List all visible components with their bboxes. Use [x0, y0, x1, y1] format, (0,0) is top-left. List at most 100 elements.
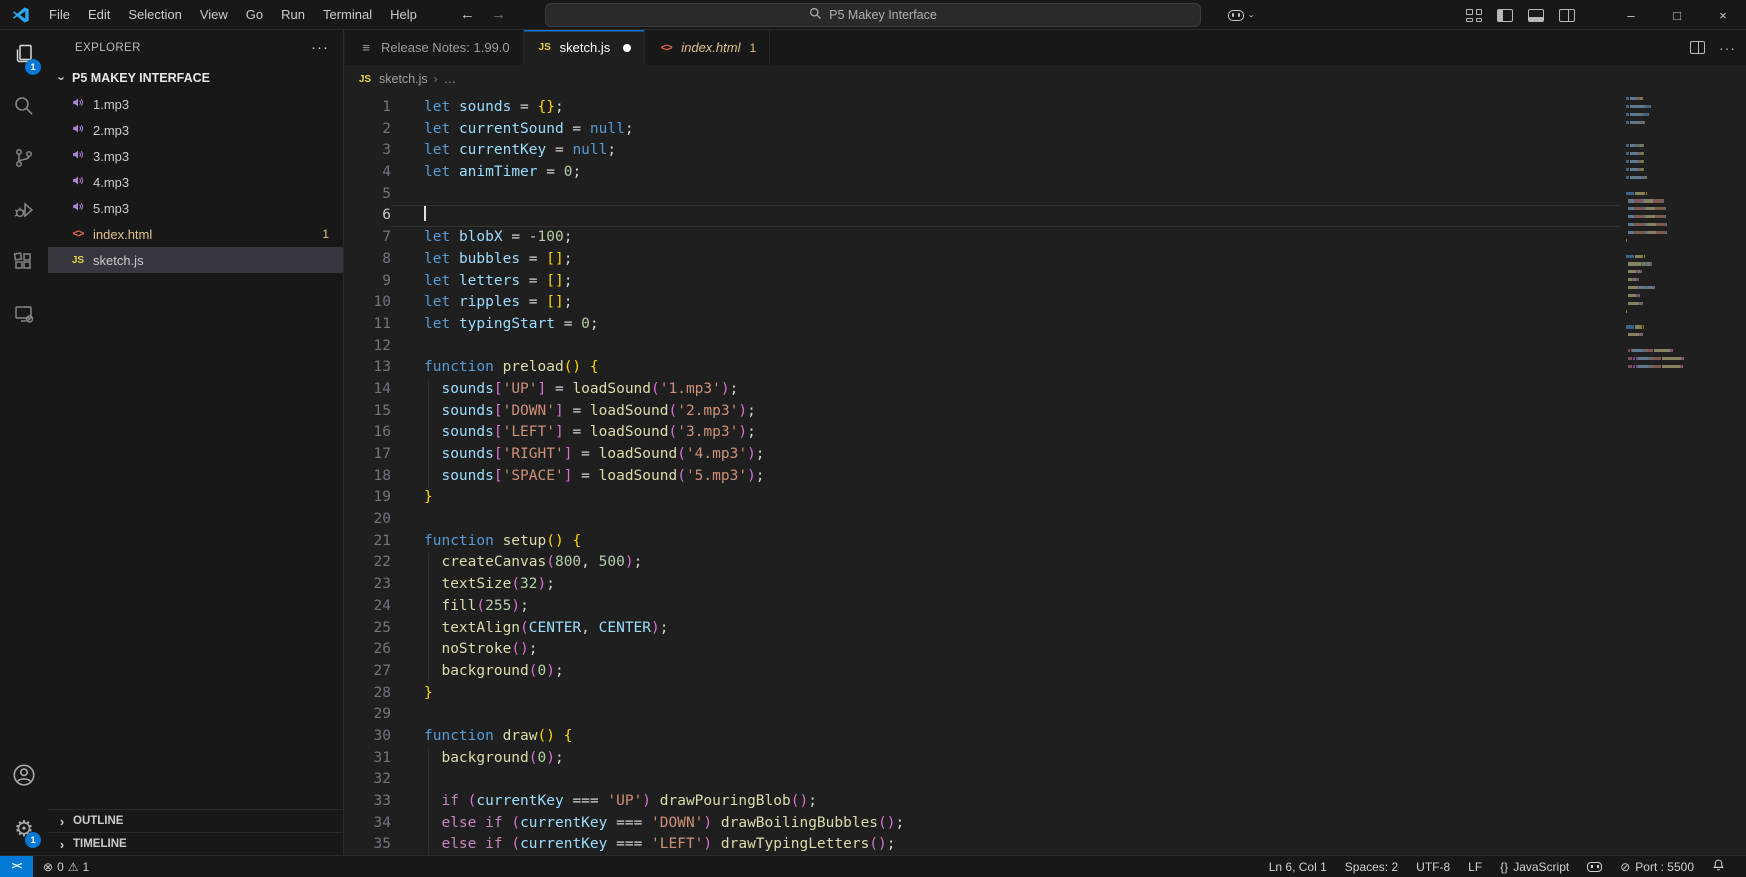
sidebar-sections: › OUTLINE › TIMELINE [48, 809, 343, 855]
code-line-7[interactable]: 7 let blobX = -100; [345, 227, 1620, 249]
file-item-2.mp3[interactable]: 2.mp3 [48, 117, 343, 143]
activity-run-debug[interactable] [0, 186, 48, 238]
problems-status[interactable]: ⊗ 0 ⚠ 1 [33, 860, 99, 874]
code-line-28[interactable]: 28} [345, 683, 1620, 705]
code-line-10[interactable]: 10 let ripples = []; [345, 292, 1620, 314]
section-timeline[interactable]: › TIMELINE [48, 832, 343, 855]
remote-indicator[interactable]: >< [0, 856, 33, 877]
explorer-more-actions[interactable]: ··· [311, 40, 329, 55]
code-line-32[interactable]: 32 [345, 769, 1620, 791]
code-line-2[interactable]: 2 let currentSound = null; [345, 119, 1620, 141]
code-line-29[interactable]: 29 [345, 704, 1620, 726]
code-line-18[interactable]: 18 sounds['SPACE'] = loadSound('5.mp3'); [345, 466, 1620, 488]
activity-remote-explorer[interactable] [0, 290, 48, 342]
code-line-23[interactable]: 23 textSize(32); [345, 574, 1620, 596]
code-line-9[interactable]: 9 let letters = []; [345, 271, 1620, 293]
code-line-5[interactable]: 5 [345, 184, 1620, 206]
status-bar-right: Ln 6, Col 1 Spaces: 2 UTF-8 LF{} JavaScript ⊘… [1260, 858, 1746, 875]
status-lf[interactable]: LF [1459, 860, 1491, 874]
code-line-11[interactable]: 11 let typingStart = 0; [345, 314, 1620, 336]
file-item-4.mp3[interactable]: 4.mp3 [48, 169, 343, 195]
code-line-33[interactable]: 33 if (currentKey === 'UP') drawPouringB… [345, 791, 1620, 813]
line-content: let blobX = -100; [424, 229, 573, 246]
split-editor-icon[interactable] [1690, 41, 1705, 54]
menu-help[interactable]: Help [381, 0, 426, 30]
code-line-22[interactable]: 22 createCanvas(800, 500); [345, 552, 1620, 574]
forward-arrow-icon[interactable]: → [491, 6, 506, 23]
status-spaces-2[interactable]: Spaces: 2 [1336, 860, 1407, 874]
breadcrumb[interactable]: JS sketch.js › … [345, 65, 1746, 93]
code-line-30[interactable]: 30 function draw() { [345, 726, 1620, 748]
breadcrumb-more[interactable]: … [444, 72, 457, 86]
file-item-index.html[interactable]: <> index.html 1 [48, 221, 343, 247]
file-item-3.mp3[interactable]: 3.mp3 [48, 143, 343, 169]
maximize-button[interactable]: □ [1654, 0, 1700, 30]
code-line-34[interactable]: 34 else if (currentKey === 'DOWN') drawB… [345, 813, 1620, 835]
code-line-35[interactable]: 35 else if (currentKey === 'LEFT') drawT… [345, 834, 1620, 855]
customize-layout-icon[interactable] [1466, 8, 1482, 22]
unsaved-dot-icon[interactable] [623, 43, 632, 52]
close-button[interactable]: × [1700, 0, 1746, 30]
code-line-8[interactable]: 8 let bubbles = []; [345, 249, 1620, 271]
status-port-5500[interactable]: ⊘ Port : 5500 [1611, 860, 1703, 874]
activity-source-control[interactable] [0, 134, 48, 186]
file-item-1.mp3[interactable]: 1.mp3 [48, 91, 343, 117]
menu-view[interactable]: View [191, 0, 237, 30]
menu-go[interactable]: Go [237, 0, 272, 30]
code-line-19[interactable]: 19} [345, 487, 1620, 509]
menu-edit[interactable]: Edit [79, 0, 119, 30]
code-line-4[interactable]: 4 let animTimer = 0; [345, 162, 1620, 184]
activity-extensions[interactable] [0, 238, 48, 290]
status-ln-6-col-1[interactable]: Ln 6, Col 1 [1260, 860, 1336, 874]
toggle-primary-sidebar-icon[interactable] [1497, 8, 1513, 22]
file-item-5.mp3[interactable]: 5.mp3 [48, 195, 343, 221]
code-line-20[interactable]: 20 [345, 509, 1620, 531]
chevron-right-icon: › [59, 836, 65, 852]
line-number: 33 [373, 793, 391, 809]
account-button[interactable] [0, 751, 48, 803]
code-line-12[interactable]: 12 [345, 336, 1620, 358]
status-javascript[interactable]: {} JavaScript [1491, 860, 1578, 874]
back-arrow-icon[interactable]: ← [460, 6, 475, 23]
menu-selection[interactable]: Selection [119, 0, 190, 30]
activity-explorer[interactable]: 1 [0, 30, 48, 82]
command-center-search[interactable]: P5 Makey Interface [545, 3, 1201, 27]
menu-file[interactable]: File [40, 0, 79, 30]
tab-index.html[interactable]: <> index.html 1 [645, 30, 771, 65]
toggle-secondary-sidebar-icon[interactable] [1559, 8, 1575, 22]
activity-search[interactable] [0, 82, 48, 134]
code-line-21[interactable]: 21 function setup() { [345, 531, 1620, 553]
status-copilot[interactable] [1578, 861, 1611, 872]
tab-sketch.js[interactable]: JS sketch.js [523, 30, 646, 65]
editor-more-actions-icon[interactable]: ··· [1719, 40, 1736, 56]
menu-terminal[interactable]: Terminal [314, 0, 381, 30]
folder-root[interactable]: › P5 MAKEY INTERFACE [48, 65, 343, 91]
code-line-15[interactable]: 15 sounds['DOWN'] = loadSound('2.mp3'); [345, 401, 1620, 423]
code-line-1[interactable]: 1 let sounds = {}; [345, 97, 1620, 119]
code-line-13[interactable]: 13 function preload() { [345, 357, 1620, 379]
code-line-16[interactable]: 16 sounds['LEFT'] = loadSound('3.mp3'); [345, 422, 1620, 444]
minimap[interactable] [1626, 97, 1726, 855]
code-line-17[interactable]: 17 sounds['RIGHT'] = loadSound('4.mp3'); [345, 444, 1620, 466]
code-line-14[interactable]: 14 sounds['UP'] = loadSound('1.mp3'); [345, 379, 1620, 401]
status-bell[interactable] [1703, 858, 1734, 875]
code-area[interactable]: 1 let sounds = {}; 2 let currentSound = nul… [345, 97, 1620, 855]
status-utf-8[interactable]: UTF-8 [1407, 860, 1459, 874]
menu-run[interactable]: Run [272, 0, 314, 30]
file-item-sketch.js[interactable]: JS sketch.js [48, 247, 343, 273]
settings-button[interactable]: ⚙ 1 [0, 803, 48, 855]
minimap-line [1626, 293, 1726, 298]
code-line-3[interactable]: 3 let currentKey = null; [345, 140, 1620, 162]
code-line-6[interactable]: 6 [345, 205, 1620, 227]
copilot-menu[interactable]: ⌄ [1228, 0, 1255, 30]
code-line-26[interactable]: 26 noStroke(); [345, 639, 1620, 661]
minimize-button[interactable]: – [1608, 0, 1654, 30]
code-line-31[interactable]: 31 background(0); [345, 748, 1620, 770]
explorer-badge: 1 [25, 59, 41, 75]
code-line-24[interactable]: 24 fill(255); [345, 596, 1620, 618]
tab-release-notes-1.99.0[interactable]: ≡ Release Notes: 1.99.0 [345, 30, 524, 65]
code-line-25[interactable]: 25 textAlign(CENTER, CENTER); [345, 618, 1620, 640]
section-outline[interactable]: › OUTLINE [48, 809, 343, 832]
toggle-panel-icon[interactable] [1528, 8, 1544, 22]
code-line-27[interactable]: 27 background(0); [345, 661, 1620, 683]
